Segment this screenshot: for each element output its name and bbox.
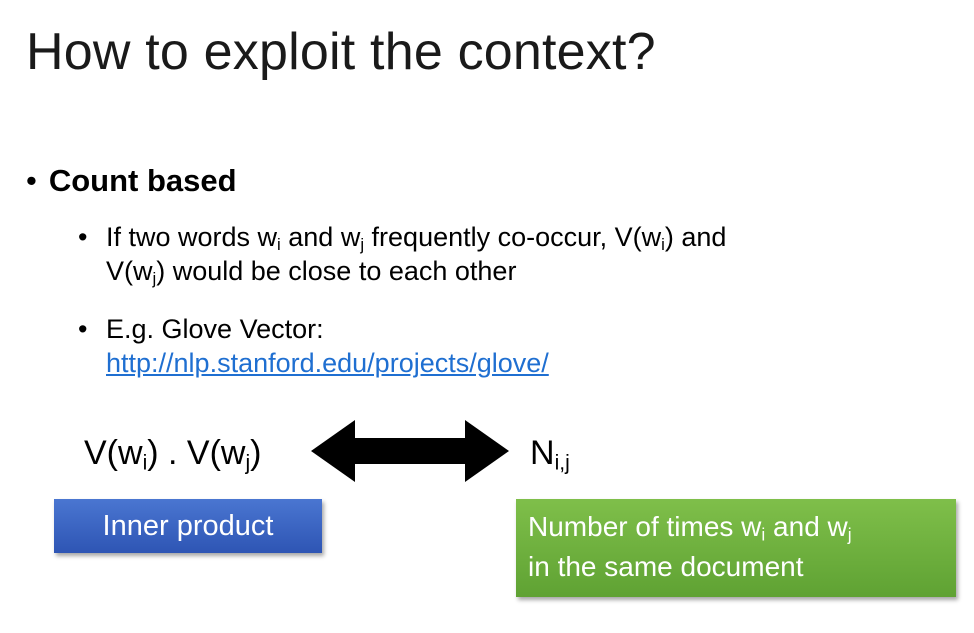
- inner-product-box: Inner product: [54, 499, 322, 553]
- bullet-count-based: • Count based: [26, 163, 237, 199]
- sub-bullet-cooccur: • If two words wi and wj frequently co-o…: [78, 220, 726, 288]
- sub-bullet-glove: • E.g. Glove Vector: http://nlp.stanford…: [78, 312, 549, 380]
- sub-bullet-marker: •: [78, 222, 88, 252]
- sub-bullet-text: If two words wi and wj frequently co-occ…: [106, 222, 727, 289]
- formula-count: Ni,j: [530, 434, 570, 475]
- formula-inner-product: V(wi) . V(wj): [84, 434, 262, 475]
- cooccurrence-count-box: Number of times wi and wj in the same do…: [516, 499, 956, 597]
- bullet-label: Count based: [48, 163, 237, 198]
- sub-bullet-text: E.g. Glove Vector: http://nlp.stanford.e…: [106, 312, 549, 380]
- sub-bullet-marker: •: [78, 314, 88, 344]
- inner-product-label: Inner product: [102, 509, 274, 542]
- bullet-marker: •: [26, 163, 37, 198]
- glove-link[interactable]: http://nlp.stanford.edu/projects/glove/: [106, 348, 549, 378]
- double-headed-arrow-icon: [311, 420, 509, 482]
- slide-title: How to exploit the context?: [26, 23, 656, 81]
- glove-label: E.g. Glove Vector:: [106, 314, 324, 344]
